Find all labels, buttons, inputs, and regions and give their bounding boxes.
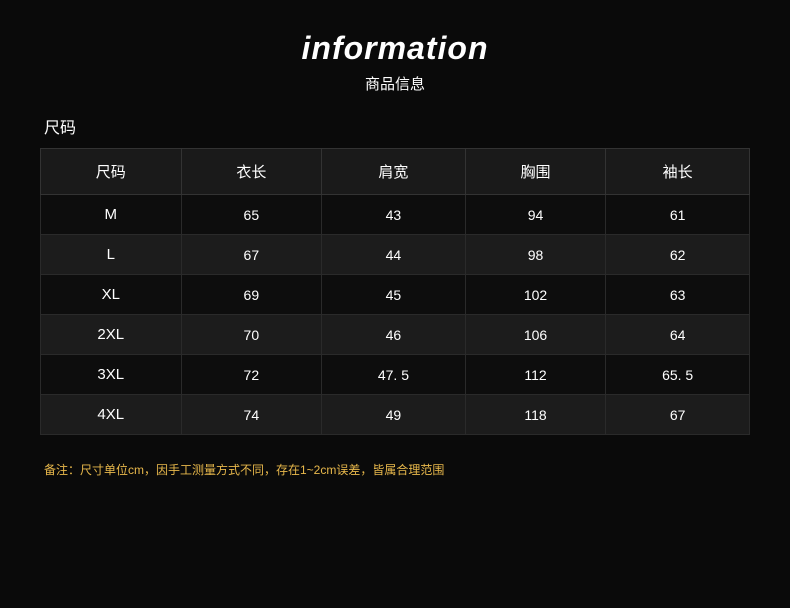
- table-cell-length: 65: [181, 195, 322, 235]
- table-cell-length: 69: [181, 275, 322, 315]
- table-cell-length: 72: [181, 355, 322, 395]
- table-row: L67449862: [41, 235, 750, 275]
- table-cell-size: 2XL: [41, 315, 182, 355]
- table-cell-shoulder: 45: [322, 275, 466, 315]
- table-cell-size: M: [41, 195, 182, 235]
- table-cell-shoulder: 49: [322, 395, 466, 435]
- table-row: 4XL744911867: [41, 395, 750, 435]
- table-cell-chest: 112: [465, 355, 606, 395]
- table-cell-length: 67: [181, 235, 322, 275]
- table-cell-sleeve: 67: [606, 395, 750, 435]
- table-cell-chest: 98: [465, 235, 606, 275]
- table-cell-sleeve: 65. 5: [606, 355, 750, 395]
- table-cell-size: XL: [41, 275, 182, 315]
- table-cell-shoulder: 47. 5: [322, 355, 466, 395]
- table-cell-shoulder: 44: [322, 235, 466, 275]
- table-cell-length: 70: [181, 315, 322, 355]
- table-cell-sleeve: 61: [606, 195, 750, 235]
- col-header-chest: 胸围: [465, 149, 606, 195]
- col-header-shoulder: 肩宽: [322, 149, 466, 195]
- subtitle: 商品信息: [365, 73, 425, 94]
- section-label: 尺码: [40, 114, 750, 138]
- col-header-sleeve: 袖长: [606, 149, 750, 195]
- table-cell-chest: 118: [465, 395, 606, 435]
- col-header-length: 衣长: [181, 149, 322, 195]
- size-table: 尺码 衣长 肩宽 胸围 袖长 M65439461L67449862XL69451…: [40, 148, 750, 435]
- table-cell-shoulder: 46: [322, 315, 466, 355]
- table-cell-chest: 94: [465, 195, 606, 235]
- table-cell-sleeve: 63: [606, 275, 750, 315]
- table-cell-size: L: [41, 235, 182, 275]
- table-header-row: 尺码 衣长 肩宽 胸围 袖长: [41, 149, 750, 195]
- footnote: 备注：尺寸单位cm，因手工测量方式不同，存在1~2cm误差，皆属合理范围: [40, 461, 750, 478]
- table-cell-chest: 106: [465, 315, 606, 355]
- table-row: 2XL704610664: [41, 315, 750, 355]
- table-cell-sleeve: 64: [606, 315, 750, 355]
- table-row: M65439461: [41, 195, 750, 235]
- table-cell-shoulder: 43: [322, 195, 466, 235]
- table-row: XL694510263: [41, 275, 750, 315]
- page-title: information: [302, 30, 489, 67]
- table-cell-size: 3XL: [41, 355, 182, 395]
- col-header-size: 尺码: [41, 149, 182, 195]
- table-cell-length: 74: [181, 395, 322, 435]
- table-cell-chest: 102: [465, 275, 606, 315]
- table-cell-sleeve: 62: [606, 235, 750, 275]
- table-row: 3XL7247. 511265. 5: [41, 355, 750, 395]
- table-cell-size: 4XL: [41, 395, 182, 435]
